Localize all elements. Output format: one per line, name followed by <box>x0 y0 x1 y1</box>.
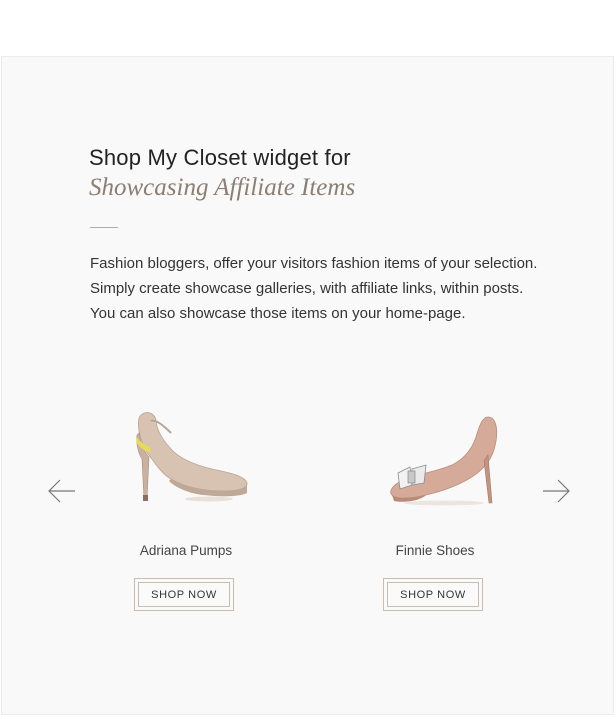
description-line: Fashion bloggers, offer your visitors fa… <box>90 255 538 272</box>
description-line: Simply create showcase galleries, with a… <box>90 280 524 297</box>
section-heading: Shop My Closet widget for <box>89 145 351 170</box>
shop-now-button[interactable]: SHOP NOW <box>383 578 483 611</box>
shop-now-label: SHOP NOW <box>138 582 230 607</box>
carousel-prev-button[interactable] <box>47 478 77 504</box>
section-subheading: Showcasing Affiliate Items <box>89 174 356 201</box>
description-line: You can also showcase those items on you… <box>90 305 466 322</box>
arrow-left-icon <box>48 479 75 503</box>
product-card: Finnie Shoes SHOP NOW <box>345 395 525 611</box>
heading-divider <box>90 227 118 228</box>
shop-now-label: SHOP NOW <box>387 582 479 607</box>
product-image[interactable] <box>360 395 510 515</box>
section-description: Fashion bloggers, offer your visitors fa… <box>90 251 560 326</box>
product-card: Adriana Pumps SHOP NOW <box>96 395 276 611</box>
product-name[interactable]: Adriana Pumps <box>96 543 276 558</box>
product-image[interactable] <box>111 395 261 515</box>
carousel-next-button[interactable] <box>541 478 571 504</box>
product-name[interactable]: Finnie Shoes <box>345 543 525 558</box>
arrow-right-icon <box>543 479 570 503</box>
shop-now-button[interactable]: SHOP NOW <box>134 578 234 611</box>
